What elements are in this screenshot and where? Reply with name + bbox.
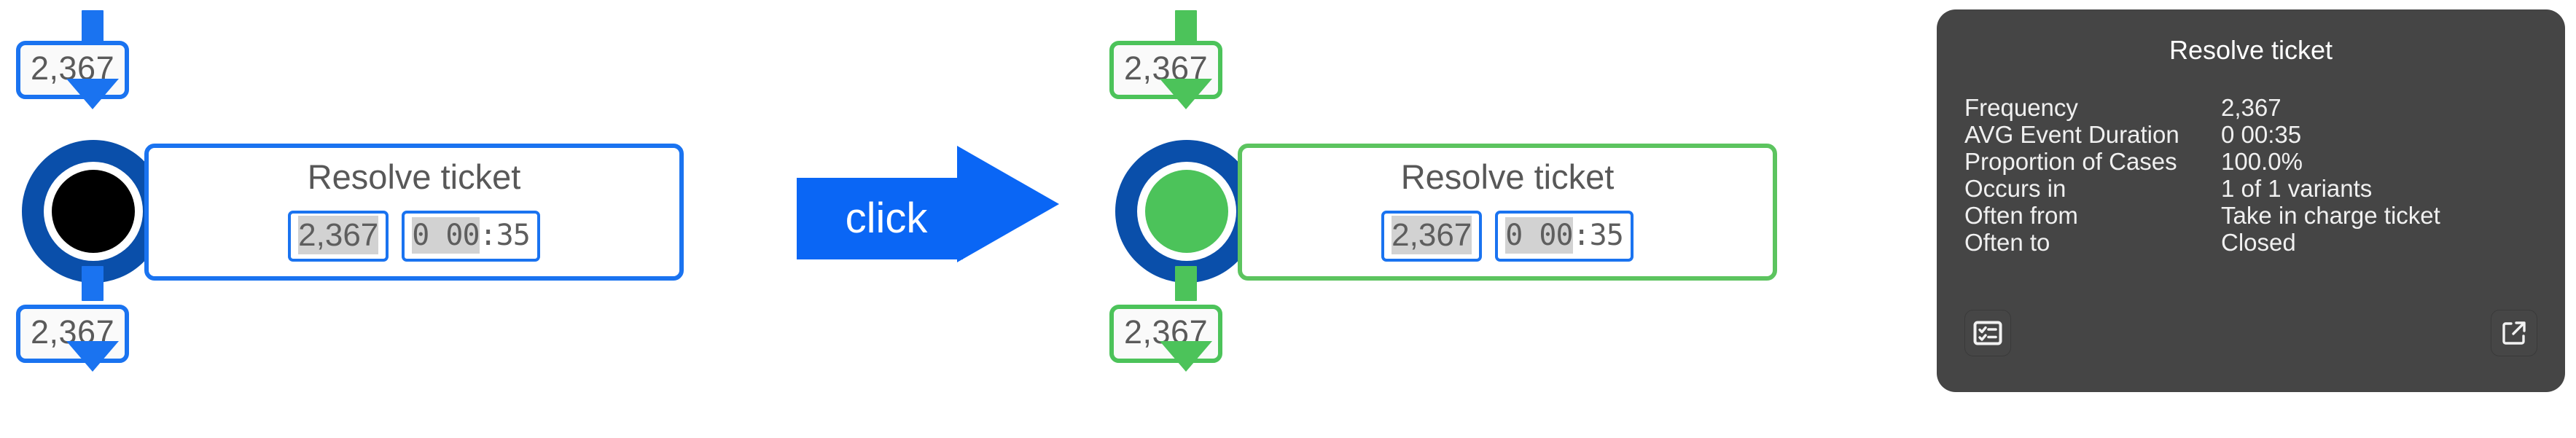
tooltip-action-bar: [1964, 310, 2537, 356]
activity-card-selected[interactable]: Resolve ticket 2,367 0 00:35: [1238, 144, 1777, 281]
activity-duration-chip: 0 00:35: [402, 211, 540, 262]
activity-duration-value-prefix-selected: 0 00: [1505, 217, 1574, 254]
external-link-icon: [2501, 320, 2527, 346]
tooltip-detail-rows: Frequency 2,367 AVG Event Duration 0 00:…: [1964, 94, 2546, 256]
activity-node-core: [52, 170, 135, 253]
tooltip-title: Resolve ticket: [2169, 35, 2333, 65]
incoming-arrowhead-icon-selected: [1160, 79, 1212, 109]
outgoing-arrowhead-icon-selected: [1160, 341, 1212, 372]
activity-frequency-value-selected: 2,367: [1392, 216, 1472, 254]
tooltip-row: Proportion of Cases 100.0%: [1964, 148, 2546, 175]
outgoing-edge-stem: [82, 266, 104, 301]
tooltip-row-value: 0 00:35: [2221, 121, 2302, 148]
activity-card[interactable]: Resolve ticket 2,367 0 00:35: [144, 144, 684, 281]
process-node-unselected: 2,367 Resolve ticket 2,367 0 00:35 2,367: [0, 0, 700, 438]
process-node-selected: 2,367 Resolve ticket 2,367 0 00:35 2,367: [1093, 0, 1793, 438]
tooltip-row-label: Occurs in: [1964, 175, 2066, 202]
tooltip-row: Frequency 2,367: [1964, 94, 2546, 121]
incoming-arrowhead-icon: [66, 79, 119, 109]
activity-node-core-selected: [1145, 170, 1228, 253]
tooltip-row: Often to Closed: [1964, 229, 2546, 256]
activity-metric-chips-selected: 2,367 0 00:35: [1242, 211, 1773, 262]
checklist-icon: [1973, 321, 2002, 345]
incoming-edge-stem: [82, 10, 104, 45]
tooltip-row-label: AVG Event Duration: [1964, 121, 2179, 148]
activity-details-tooltip: Resolve ticket Frequency 2,367 AVG Event…: [1937, 9, 2565, 392]
activity-frequency-chip-selected: 2,367: [1381, 211, 1483, 262]
activity-duration-chip-selected: 0 00:35: [1495, 211, 1634, 262]
open-in-new-button[interactable]: [2491, 310, 2537, 356]
incoming-edge-stem-selected: [1175, 10, 1197, 45]
outgoing-edge-stem-selected: [1175, 266, 1197, 301]
click-arrow-label: click: [845, 195, 928, 242]
tooltip-row-value: 100.0%: [2221, 148, 2303, 175]
activity-frequency-chip: 2,367: [288, 211, 389, 262]
tooltip-row-value: 2,367: [2221, 94, 2282, 121]
comparison-stage: 2,367 Resolve ticket 2,367 0 00:35 2,367…: [0, 0, 2576, 438]
activity-duration-value-suffix-selected: :35: [1572, 219, 1624, 252]
click-arrow-annotation: click: [797, 146, 1059, 262]
activity-node-marker[interactable]: [22, 140, 165, 283]
tooltip-row: Often from Take in charge ticket: [1964, 202, 2546, 229]
activity-details-button[interactable]: [1964, 310, 2011, 356]
tooltip-row-label: Often from: [1964, 202, 2078, 229]
tooltip-row-label: Frequency: [1964, 94, 2078, 121]
tooltip-row: AVG Event Duration 0 00:35: [1964, 121, 2546, 148]
tooltip-row-label: Often to: [1964, 229, 2050, 256]
tooltip-row-value: 1 of 1 variants: [2221, 175, 2373, 202]
outgoing-arrowhead-icon: [66, 341, 119, 372]
activity-name-label: Resolve ticket: [307, 157, 521, 196]
activity-frequency-value: 2,367: [298, 216, 379, 254]
activity-duration-value-prefix: 0 00: [412, 217, 480, 254]
right-arrow-icon: [957, 146, 1059, 262]
tooltip-row: Occurs in 1 of 1 variants: [1964, 175, 2546, 202]
tooltip-row-label: Proportion of Cases: [1964, 148, 2177, 175]
activity-duration-value-suffix: :35: [479, 219, 531, 252]
activity-metric-chips: 2,367 0 00:35: [149, 211, 679, 262]
tooltip-row-value: Closed: [2221, 229, 2296, 256]
activity-node-marker-selected[interactable]: [1115, 140, 1258, 283]
tooltip-row-value: Take in charge ticket: [2221, 202, 2440, 229]
activity-name-label-selected: Resolve ticket: [1400, 157, 1615, 196]
